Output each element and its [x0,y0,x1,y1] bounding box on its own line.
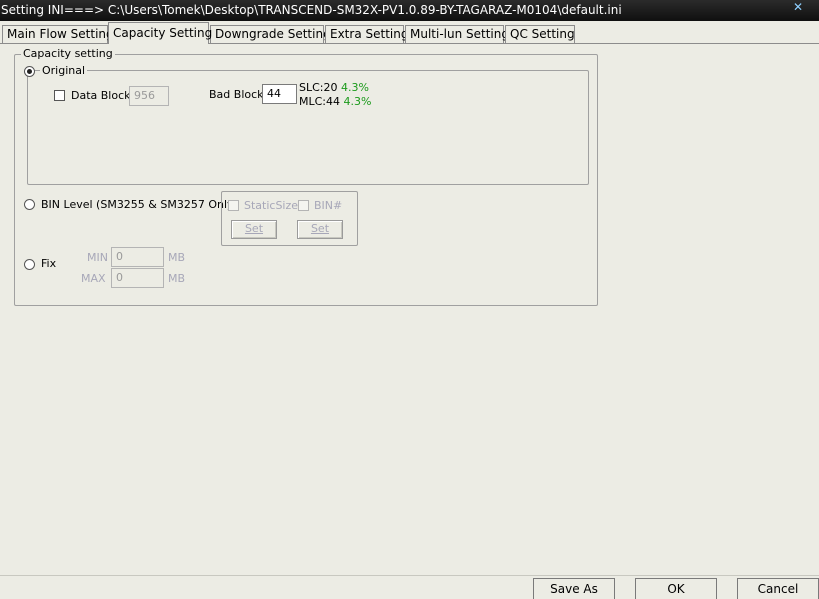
data-block-checkbox[interactable] [54,90,65,101]
slc-percent: 4.3% [341,81,369,94]
bin-number-label: BIN# [314,199,343,212]
bad-block-label: Bad Block [209,88,264,101]
close-icon[interactable]: ✕ [785,0,811,14]
tab-multi-lun-setting[interactable]: Multi-lun Setting [405,25,509,44]
min-label: MIN [87,251,108,264]
fix-radio[interactable] [24,259,35,270]
original-radio[interactable] [24,66,35,77]
cancel-button[interactable]: Cancel [737,578,819,599]
static-size-set-button[interactable]: Set [231,220,277,239]
fix-label: Fix [41,257,57,270]
max-label: MAX [81,272,106,285]
max-input[interactable]: 0 [111,268,164,288]
original-label: Original [40,64,88,78]
tab-qc-setting[interactable]: QC Setting [505,25,575,44]
data-block-label: Data Block [71,89,131,102]
static-size-checkbox[interactable] [228,200,239,211]
tab-strip: Main Flow Setting Capacity Setting Downg… [0,22,819,44]
min-unit: MB [168,251,186,264]
tab-extra-setting[interactable]: Extra Setting [325,25,408,44]
max-unit: MB [168,272,186,285]
ok-button[interactable]: OK [635,578,717,599]
capacity-setting-title: Capacity setting [21,47,115,61]
bin-number-checkbox[interactable] [298,200,309,211]
bin-number-set-button[interactable]: Set [297,220,343,239]
tab-capacity-setting[interactable]: Capacity Setting [108,22,212,44]
bin-level-radio[interactable] [24,199,35,210]
tab-main-flow-setting[interactable]: Main Flow Setting [2,25,114,44]
window-title: Setting INI===> C:\Users\Tomek\Desktop\T… [1,3,622,17]
static-size-label: StaticSize [244,199,299,212]
save-as-button[interactable]: Save As [533,578,615,599]
tab-downgrade-setting[interactable]: Downgrade Setting [210,25,331,44]
bad-block-input[interactable]: 44 [262,84,297,104]
min-input[interactable]: 0 [111,247,164,267]
mlc-percent: 4.3% [343,95,372,108]
mlc-label: MLC:44 4.3% [299,95,372,108]
bin-level-label: BIN Level (SM3255 & SM3257 Only) [41,198,238,211]
data-block-input[interactable]: 956 [129,86,169,106]
slc-label: SLC:20 4.3% [299,81,369,94]
title-bar: Setting INI===> C:\Users\Tomek\Desktop\T… [0,0,819,21]
